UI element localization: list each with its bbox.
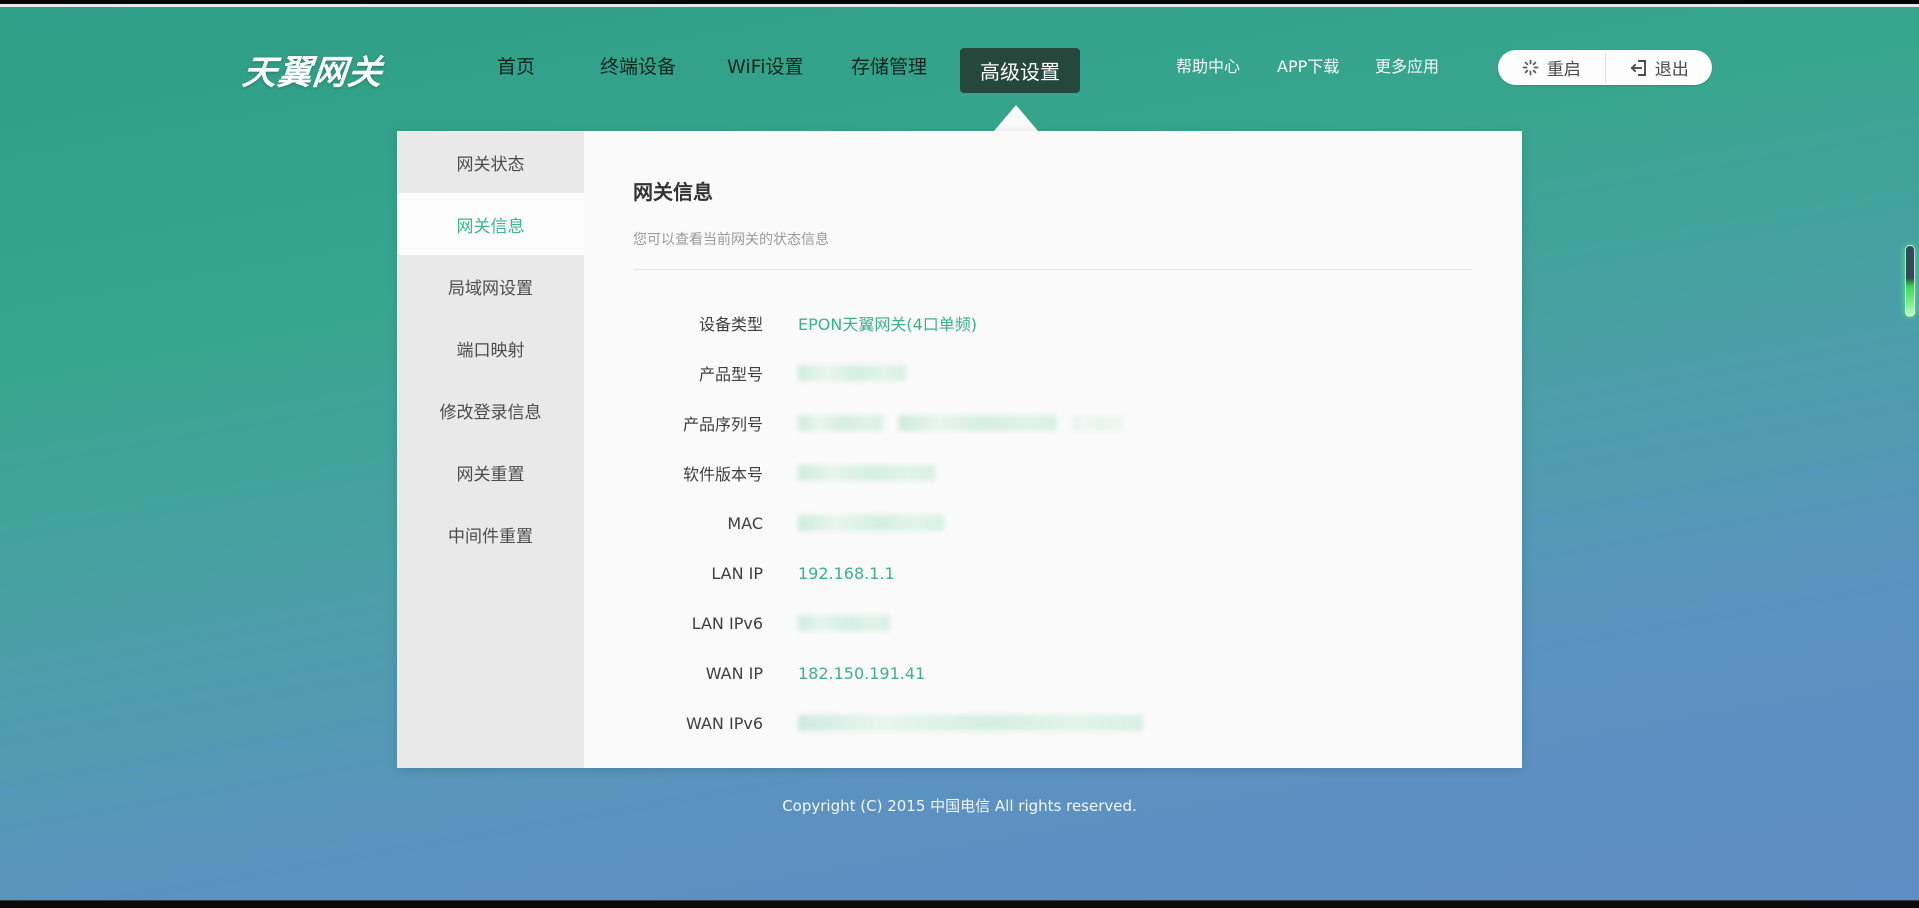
window-chrome-bottom <box>0 900 1919 908</box>
info-row-lan-ipv6: LAN IPv6 <box>633 598 1472 648</box>
sidebar-item-port-mapping[interactable]: 端口映射 <box>397 317 584 379</box>
page-title: 网关信息 <box>633 180 713 204</box>
page-subtitle: 您可以查看当前网关的状态信息 <box>633 232 829 248</box>
info-row-product-model: 产品型号 <box>633 348 1472 398</box>
nav-tab-storage[interactable]: 存储管理 <box>851 54 927 80</box>
sidebar-item-login-info[interactable]: 修改登录信息 <box>397 379 584 441</box>
row-value: EPON天翼网关(4口单频) <box>798 315 977 334</box>
nav-tab-wifi[interactable]: WiFi设置 <box>727 54 803 80</box>
sidebar-item-middleware-reset[interactable]: 中间件重置 <box>397 503 584 565</box>
row-label: LAN IP <box>711 563 763 583</box>
content-area: 网关信息 您可以查看当前网关的状态信息 设备类型 EPON天翼网关(4口单频) … <box>584 131 1522 768</box>
redacted-value <box>798 415 1123 431</box>
sidebar-item-lan-settings[interactable]: 局域网设置 <box>397 255 584 317</box>
row-label: 设备类型 <box>698 315 763 334</box>
info-row-mac: MAC <box>633 498 1472 548</box>
scroll-indicator[interactable] <box>1905 245 1915 317</box>
link-app-download[interactable]: APP下载 <box>1277 56 1339 78</box>
row-value: 182.150.191.41 <box>798 663 926 683</box>
row-label: WAN IPv6 <box>686 713 763 733</box>
sidebar-item-gateway-info[interactable]: 网关信息 <box>397 193 584 255</box>
redacted-value <box>798 365 906 381</box>
redacted-value <box>798 715 1143 731</box>
row-label: 产品序列号 <box>682 415 763 434</box>
row-label: WAN IP <box>705 663 763 683</box>
sidebar: 网关状态 网关信息 局域网设置 端口映射 修改登录信息 网关重置 中间件重置 <box>397 131 584 768</box>
redacted-value <box>798 465 935 481</box>
row-value: 192.168.1.1 <box>798 563 895 583</box>
logout-button[interactable]: 退出 <box>1606 50 1713 85</box>
nav-tab-advanced[interactable]: 高级设置 <box>960 48 1080 93</box>
logout-button-label: 退出 <box>1654 60 1689 80</box>
nav-tab-devices[interactable]: 终端设备 <box>600 54 676 80</box>
info-row-wan-ipv6: WAN IPv6 <box>633 698 1472 748</box>
spinner-icon <box>1522 59 1539 76</box>
redacted-value <box>798 615 890 631</box>
restart-button-label: 重启 <box>1546 60 1581 80</box>
main-panel: 网关状态 网关信息 局域网设置 端口映射 修改登录信息 网关重置 中间件重置 网… <box>397 131 1522 768</box>
sidebar-item-gateway-status[interactable]: 网关状态 <box>397 131 584 193</box>
info-rows: 设备类型 EPON天翼网关(4口单频) 产品型号 产品序列号 软件版本号 MAC… <box>633 298 1472 748</box>
info-row-lan-ip: LAN IP 192.168.1.1 <box>633 548 1472 598</box>
header-action-buttons: 重启 退出 <box>1498 50 1712 85</box>
info-row-software-version: 软件版本号 <box>633 448 1472 498</box>
nav-tab-home[interactable]: 首页 <box>497 54 535 80</box>
page-background: 天翼网关 首页 终端设备 WiFi设置 存储管理 高级设置 帮助中心 APP下载… <box>0 7 1919 900</box>
row-label: MAC <box>727 513 763 533</box>
info-row-device-type: 设备类型 EPON天翼网关(4口单频) <box>633 298 1472 348</box>
redacted-value <box>798 515 944 531</box>
content-divider <box>633 269 1472 270</box>
sidebar-item-gateway-reset[interactable]: 网关重置 <box>397 441 584 503</box>
logout-icon <box>1629 59 1647 76</box>
row-label: LAN IPv6 <box>691 613 763 633</box>
info-row-serial-number: 产品序列号 <box>633 398 1472 448</box>
info-row-wan-ip: WAN IP 182.150.191.41 <box>633 648 1472 698</box>
restart-button[interactable]: 重启 <box>1498 50 1605 85</box>
app-logo: 天翼网关 <box>240 53 385 93</box>
active-tab-pointer <box>994 105 1038 131</box>
copyright-text: Copyright (C) 2015 中国电信 All rights reser… <box>782 797 1137 815</box>
row-label: 软件版本号 <box>682 465 763 484</box>
link-help-center[interactable]: 帮助中心 <box>1176 56 1240 78</box>
row-label: 产品型号 <box>698 365 763 384</box>
link-more-apps[interactable]: 更多应用 <box>1375 56 1439 78</box>
